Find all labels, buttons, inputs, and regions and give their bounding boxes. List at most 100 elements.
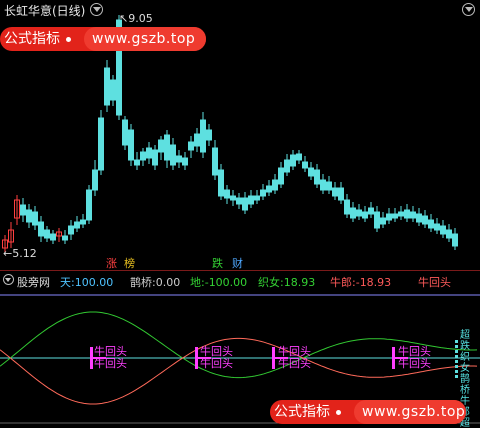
candle-body [314,169,320,185]
candle-body [278,167,284,185]
candle-body [50,233,56,241]
signal-label: 牛回头 牛回头 [200,346,233,370]
low-price-label: ←5.12 [3,247,37,260]
candle-body [338,187,344,201]
side-marker [455,370,458,373]
candle-body [128,129,134,161]
signal-text-2: 牛回头 [278,357,311,370]
candle-body [368,207,374,215]
event-marker-bang[interactable]: 榜 [124,255,135,271]
candle-body [86,189,92,221]
candle-body [98,117,104,171]
high-price-value: 9.05 [128,12,153,25]
candle-body [176,155,182,163]
candle-body [422,215,428,225]
side-label: 织 [460,352,470,363]
candle-body [440,225,446,235]
candle-body [386,213,392,221]
candle-body [200,119,206,153]
candle-body [188,141,194,151]
side-marker [455,360,458,363]
candle-body [158,139,164,153]
candle-body [392,213,398,219]
candle-body [20,204,26,216]
low-arrow-icon: ← [3,247,13,260]
candle-body [290,154,296,167]
candle-body [362,211,368,219]
candle-body [68,225,74,235]
candle-body [374,211,380,229]
candle-body [194,133,200,147]
candle-body [446,229,452,239]
candle-body [410,211,416,219]
candle-body [62,235,68,241]
candle-body [92,169,98,191]
candle-body [74,221,80,229]
candle-body [356,209,362,217]
side-marker [455,375,458,378]
candle-body [404,209,410,219]
candle-body [428,219,434,229]
candle-body [266,185,272,193]
signal-text-2: 牛回头 [200,357,233,370]
candle-body [308,167,314,177]
candle-body [452,233,458,247]
candle-body [248,195,254,205]
candle-body [350,207,356,219]
candle-body [164,134,170,161]
signal-label: 牛回头 牛回头 [278,346,311,370]
side-marker [455,365,458,368]
candle-body [212,147,218,176]
candle-body [140,151,146,161]
signal-label: 牛回头 牛回头 [398,346,431,370]
side-label: 桥 [460,385,470,396]
low-price-value: 5.12 [12,247,37,260]
panel-divider [0,270,480,271]
high-arrow-icon: ↖ [119,12,129,25]
candle-body [326,181,332,191]
candle-body [344,199,350,215]
side-label: 超 [460,330,470,341]
candle-body [80,219,86,225]
candle-body [242,197,248,211]
candle-body [260,189,266,197]
candle-body [134,159,140,166]
watermark-badge-bottom: 公式指标 www.gszb.top [270,400,466,424]
dot-icon [66,37,71,42]
candle-body [110,79,116,101]
candle-body [146,147,152,159]
candle-body [380,217,386,225]
candle-body [284,159,290,173]
candle-body [320,179,326,191]
candle-body [32,211,38,226]
dot-icon [336,410,341,415]
high-price-label: ↖9.05 [119,12,153,25]
candle-body [152,149,158,166]
signal-text-2: 牛回头 [94,357,127,370]
candle-body [230,195,236,201]
candle-body [236,197,242,205]
side-marker [455,345,458,348]
candle-body [38,221,44,237]
candle-body [206,129,212,141]
candle-body [182,157,188,166]
candle-body [398,211,404,217]
candle-body [122,119,128,146]
side-marker [455,340,458,343]
side-marker [455,355,458,358]
watermark-url: www.gszb.top [354,400,466,424]
candle-body [44,229,50,239]
candle-body [434,223,440,231]
event-marker-cai[interactable]: 财 [232,255,243,271]
event-marker-zhang[interactable]: 涨 [106,255,117,271]
side-marker [455,350,458,353]
event-marker-die[interactable]: 跌 [212,255,223,271]
chart-window: { "header": { "title": "长虹华意(日线)", "high… [0,0,480,428]
candle-body [254,195,260,201]
candle-body [302,161,308,169]
signal-text-2: 牛回头 [398,357,431,370]
watermark-url: www.gszb.top [84,27,206,51]
candle-body [224,189,230,199]
candle-body [170,144,176,166]
candle-body [296,153,302,161]
